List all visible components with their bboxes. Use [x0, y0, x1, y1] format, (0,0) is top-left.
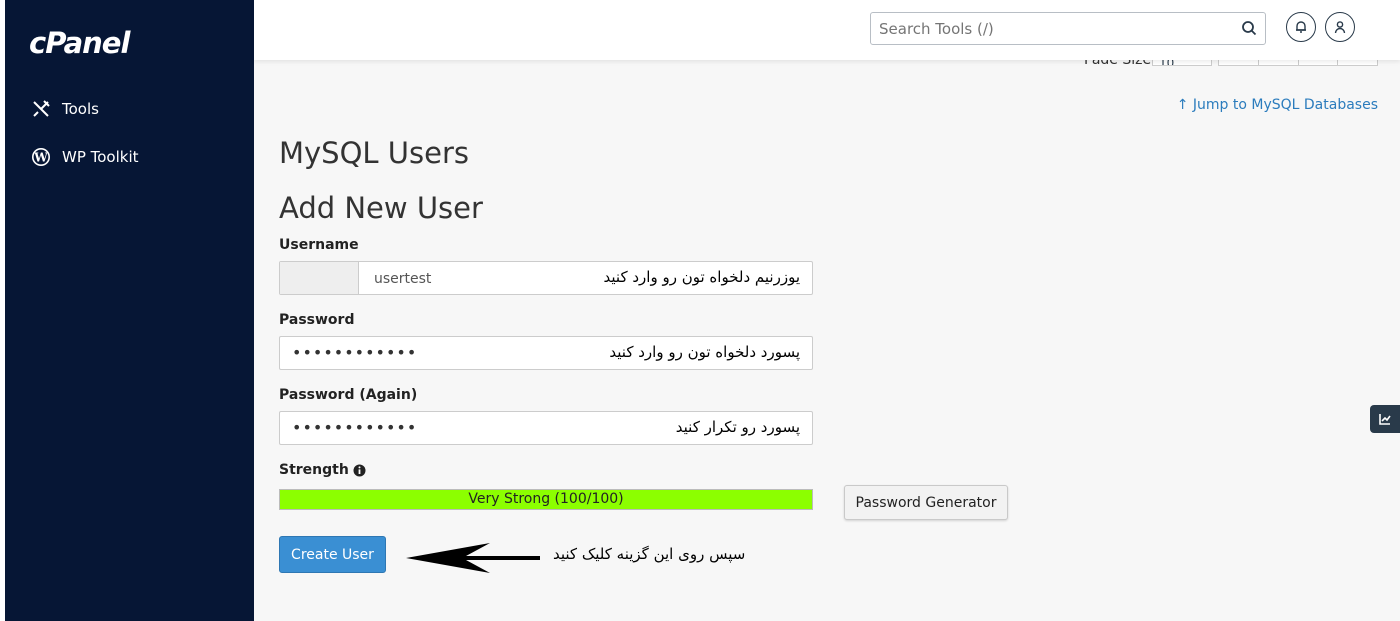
section-title: Add New User	[279, 191, 483, 225]
chart-icon	[1379, 414, 1391, 425]
jump-to-mysql-databases-link[interactable]: ↑ Jump to MySQL Databases	[1177, 97, 1378, 113]
password-label: Password	[279, 312, 355, 328]
info-icon[interactable]	[353, 464, 366, 477]
password-generator-button[interactable]: Password Generator	[844, 485, 1008, 520]
username-annotation: یوزرنیم دلخواه تون رو وارد کنید	[603, 268, 800, 286]
arrow-left-icon	[406, 543, 540, 573]
sidebar-item-tools[interactable]: Tools	[30, 98, 99, 120]
sidebar-item-wp-toolkit[interactable]: W WP Toolkit	[30, 146, 139, 168]
password-field[interactable]: •••••••••••• پسورد دلخواه تون رو وارد کن…	[279, 336, 813, 370]
password-input[interactable]: ••••••••••••	[292, 343, 417, 362]
password-strength-meter: Very Strong (100/100)	[279, 489, 813, 510]
cpanel-logo[interactable]: cPanel	[29, 26, 130, 60]
notifications-button[interactable]	[1286, 12, 1316, 42]
username-label: Username	[279, 237, 359, 253]
sidebar-item-label: Tools	[62, 100, 99, 118]
top-bar	[254, 0, 1400, 60]
username-prefix	[280, 262, 359, 294]
user-icon	[1334, 21, 1346, 34]
create-user-button[interactable]: Create User	[279, 536, 386, 573]
sidebar: cPanel Tools W WP Toolkit	[5, 0, 254, 621]
search-input[interactable]	[871, 13, 1227, 44]
strength-label-row: Strength	[279, 462, 366, 478]
password-again-label: Password (Again)	[279, 387, 418, 403]
svg-text:W: W	[33, 151, 48, 165]
search-box[interactable]	[870, 12, 1266, 45]
chart-tab[interactable]	[1370, 405, 1400, 433]
tools-icon	[30, 98, 52, 120]
password-again-field[interactable]: •••••••••••• پسورد رو تکرار کنید	[279, 411, 813, 445]
password-again-input[interactable]: ••••••••••••	[292, 418, 417, 437]
create-user-annotation: سپس روی این گزینه کلیک کنید	[553, 545, 746, 563]
strength-label: Strength	[279, 462, 349, 478]
username-field[interactable]: یوزرنیم دلخواه تون رو وارد کنید	[279, 261, 813, 296]
sidebar-item-label: WP Toolkit	[62, 148, 139, 166]
password-annotation: پسورد دلخواه تون رو وارد کنید	[609, 343, 800, 361]
page-title: MySQL Users	[279, 136, 470, 170]
bell-icon	[1296, 21, 1306, 33]
user-menu-button[interactable]	[1325, 12, 1355, 42]
password-again-annotation: پسورد رو تکرار کنید	[675, 418, 800, 436]
username-input[interactable]	[372, 262, 576, 296]
wordpress-icon: W	[30, 146, 52, 168]
search-icon[interactable]	[1241, 20, 1257, 40]
main-content: Page Size 10 ↑ Jump to MySQL Databases M…	[254, 0, 1400, 621]
